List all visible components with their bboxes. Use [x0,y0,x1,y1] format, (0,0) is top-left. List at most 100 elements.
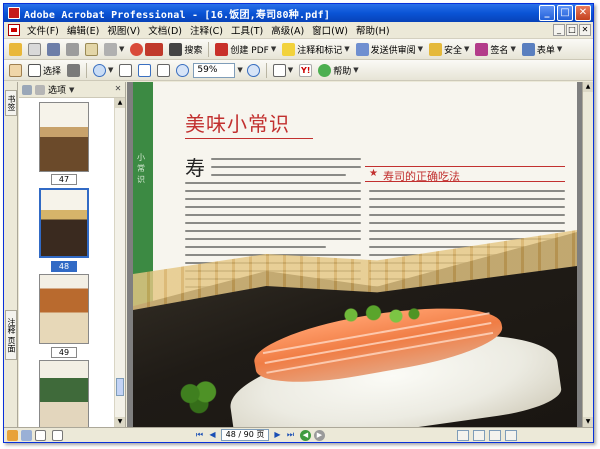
title-bar[interactable]: Adobe Acrobat Professional - [16.饭团,寿司80… [4,4,593,22]
pages-panel: 选项 ▼ ✕ 47 48 49 ▲ ▼ [19,82,126,427]
continuous-view-button[interactable] [473,429,485,441]
next-page-button[interactable]: ▶ [271,429,284,441]
rotate-button[interactable]: ▼ [271,62,295,79]
menu-edit[interactable]: 编辑(E) [63,23,103,37]
actual-size-button[interactable] [117,62,134,79]
stamp-button[interactable] [128,41,165,58]
page-thumbnail-48[interactable] [39,188,89,258]
close-button[interactable]: ✕ [575,5,591,21]
menu-help[interactable]: 帮助(H) [352,23,394,37]
single-page-view-button[interactable] [457,429,469,441]
attachment-status-icon[interactable] [52,429,63,441]
comment-markup-button[interactable]: 注释和标记 ▼ [280,41,351,58]
toolbar-separator-3 [265,62,267,78]
rotate-page-icon [272,63,286,77]
sign-button[interactable]: 签名 ▼ [473,41,517,58]
menu-tools[interactable]: 工具(T) [227,23,267,37]
select-tool-button[interactable]: 选择 [26,62,63,79]
doc-restore-button[interactable]: □ [566,24,578,36]
secure-button[interactable]: 安全 ▼ [427,41,471,58]
select-label: 选择 [43,66,62,77]
continuous-facing-view-button[interactable] [505,429,517,441]
status-bar: ⏮ ◀ 48 / 90 页 ▶ ⏭ ◀ ▶ [4,427,593,442]
document-status-icon[interactable] [21,429,32,441]
menu-view[interactable]: 视图(V) [103,23,144,37]
document-scrollbar[interactable]: ▲ ▼ [582,82,593,427]
scroll-up-arrow-icon[interactable]: ▲ [115,98,125,108]
search-button[interactable]: 搜索 [167,41,204,58]
first-page-button[interactable]: ⏮ [193,429,206,441]
options-dropdown-icon[interactable]: ▼ [69,86,74,94]
zoom-tool-button[interactable]: ▼ [91,62,115,79]
menu-comments[interactable]: 注释(C) [186,23,227,37]
facing-view-button[interactable] [489,429,501,441]
create-pdf-button[interactable]: 创建 PDF ▼ [213,41,278,58]
email-icon [85,42,98,56]
page-heading: 美味小常识 [185,112,290,136]
menu-document[interactable]: 文档(D) [144,23,186,37]
zoom-in-button[interactable] [245,62,262,79]
delete-page-icon[interactable] [22,84,32,95]
doc-scroll-up-icon[interactable]: ▲ [583,82,593,92]
panel-close-icon[interactable]: ✕ [113,84,123,94]
print-button[interactable] [64,41,81,58]
doc-minimize-button[interactable]: _ [553,24,565,36]
zoom-input[interactable]: 59% [193,62,236,78]
fit-width-button[interactable] [155,62,172,79]
last-page-button[interactable]: ⏭ [284,429,297,441]
page-thumbnail-47[interactable] [39,102,89,172]
forms-button[interactable]: 表单 ▼ [520,41,564,58]
fit-page-button[interactable] [136,62,153,79]
help-button[interactable]: 帮助 ▼ [316,62,360,79]
page-thumbnail-49[interactable] [39,274,89,344]
tab-bookmarks[interactable]: 书签 [5,90,17,116]
page-options-icon[interactable] [35,84,45,95]
attach-button[interactable]: ▼ [102,41,126,58]
security-status-icon[interactable] [7,429,18,441]
thumbnail-scrollbar[interactable]: ▲ ▼ [114,98,125,427]
doc-close-button[interactable]: ✕ [579,24,591,36]
snapshot-button[interactable] [65,62,82,79]
send-review-button[interactable]: 发送供审阅 ▼ [354,41,425,58]
sign-dropdown-icon: ▼ [510,45,516,53]
document-viewport[interactable]: 小常识 美味小常识 寿 ★ 寿司的正确吃法 [127,82,582,427]
hand-icon [9,63,22,77]
zoom-dropdown-icon[interactable]: ▼ [237,66,242,74]
previous-view-button[interactable]: ◀ [300,429,311,441]
menu-advanced[interactable]: 高级(A) [267,23,308,37]
email-button[interactable] [83,41,100,58]
tab-comments-pages[interactable]: 注释 页面 [5,310,17,360]
page-size-icon[interactable] [35,429,46,441]
menu-file[interactable]: 文件(F) [23,23,63,37]
sign-label: 签名 [490,45,509,56]
tip-box-title: ★ 寿司的正确吃法 [365,166,565,183]
scroll-down-arrow-icon[interactable]: ▼ [115,417,125,427]
options-label[interactable]: 选项 [48,83,66,96]
save-button[interactable] [45,41,62,58]
page-number-field[interactable]: 48 / 90 页 [221,429,269,441]
create-button[interactable] [26,41,43,58]
paperclip-icon [104,42,117,56]
document-icon[interactable] [8,24,20,36]
minimize-button[interactable]: _ [539,5,555,21]
attach-dropdown-icon[interactable]: ▼ [119,45,124,53]
menu-window[interactable]: 窗口(W) [308,23,352,37]
stamp-icon [130,42,144,56]
forms-dropdown-icon: ▼ [556,45,563,53]
zoom-out-button[interactable] [174,62,191,79]
yahoo-icon: Y! [299,63,313,77]
yahoo-button[interactable]: Y! [297,62,314,79]
camera-icon [67,63,81,77]
plus-circle-icon [246,63,260,77]
fit-page-icon [138,63,152,77]
fit-width-icon [157,63,171,77]
previous-page-button[interactable]: ◀ [206,429,219,441]
hand-tool-button[interactable] [7,62,24,79]
toolbar-separator-2 [86,62,88,78]
open-button[interactable] [7,41,24,58]
doc-scroll-down-icon[interactable]: ▼ [583,417,593,427]
maximize-button[interactable]: □ [557,5,573,21]
thumbnail-scroll-thumb[interactable] [116,378,124,396]
next-view-button[interactable]: ▶ [314,429,325,441]
page-thumbnail-50[interactable] [39,360,89,427]
